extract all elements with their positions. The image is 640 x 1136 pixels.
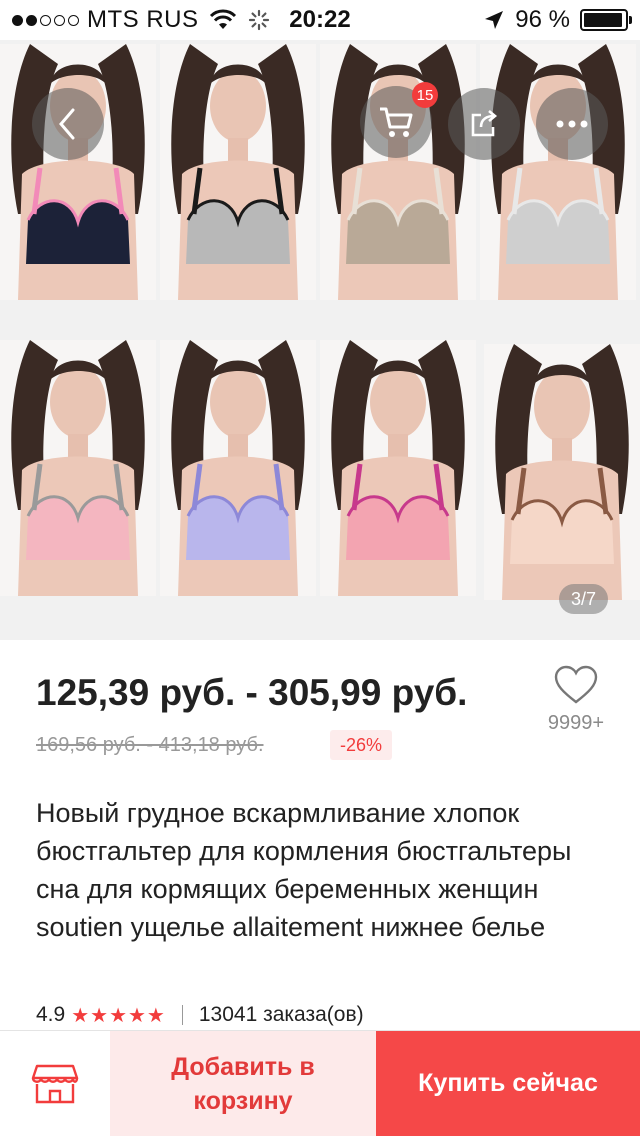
share-icon [471, 110, 498, 137]
clock: 20:22 [289, 6, 351, 33]
cart-count-badge: 15 [412, 82, 438, 108]
carrier-name: MTS RUS [87, 6, 199, 33]
cellular-signal-icon [12, 14, 79, 26]
location-arrow-icon [485, 11, 504, 29]
cart-icon [380, 107, 413, 137]
rating-row[interactable]: 4.9 ★★★★★ 13041 заказа(ов) [36, 1000, 364, 1030]
price-range: 125,39 руб. - 305,99 руб. [36, 672, 468, 713]
bottom-action-bar: Добавить в корзину Купить сейчас [0, 1030, 640, 1136]
battery-percentage: 96 % [515, 6, 570, 33]
product-title: Новый грудное вскармливание хлопок бюстг… [36, 798, 572, 942]
chevron-left-icon [59, 108, 75, 140]
image-page-indicator: 3/7 [558, 584, 608, 614]
product-photo-8[interactable] [484, 344, 640, 600]
cart-button[interactable]: 15 [360, 82, 438, 158]
order-count: 13041 заказа(ов) [198, 1003, 364, 1026]
buy-now-button[interactable]: Купить сейчас [376, 1031, 640, 1136]
original-price-range: 169,56 руб. - 413,18 руб. [36, 734, 264, 756]
product-photo-6[interactable] [160, 340, 316, 596]
wishlist-count: 9999+ [547, 712, 605, 734]
rating-value: 4.9 [36, 1003, 66, 1026]
product-photo-4[interactable] [480, 44, 636, 300]
product-photo-2[interactable] [160, 44, 316, 300]
wifi-icon [209, 9, 236, 29]
rating-stars: ★★★★★ [71, 1004, 166, 1027]
product-photo-1[interactable] [0, 44, 156, 300]
battery-icon [580, 9, 632, 31]
back-button[interactable] [32, 88, 104, 160]
wishlist-button[interactable]: 9999+ [538, 664, 614, 735]
status-bar: MTS RUS 20:22 96 % [0, 0, 640, 40]
product-image-gallery[interactable]: 15 3/7 [0, 40, 640, 640]
heart-icon [554, 665, 598, 704]
divider [181, 1005, 183, 1025]
store-button[interactable] [0, 1031, 110, 1136]
share-button[interactable] [448, 88, 520, 160]
product-photo-5[interactable] [0, 340, 156, 596]
activity-spinner-icon [248, 9, 269, 31]
add-to-cart-button[interactable]: Добавить в корзину [110, 1031, 376, 1136]
more-options-button[interactable] [536, 88, 608, 160]
product-photo-7[interactable] [320, 340, 476, 596]
product-photo-3[interactable] [320, 44, 476, 300]
more-dots-icon [556, 120, 588, 128]
store-icon [31, 1064, 79, 1103]
discount-badge: -26% [330, 730, 393, 760]
